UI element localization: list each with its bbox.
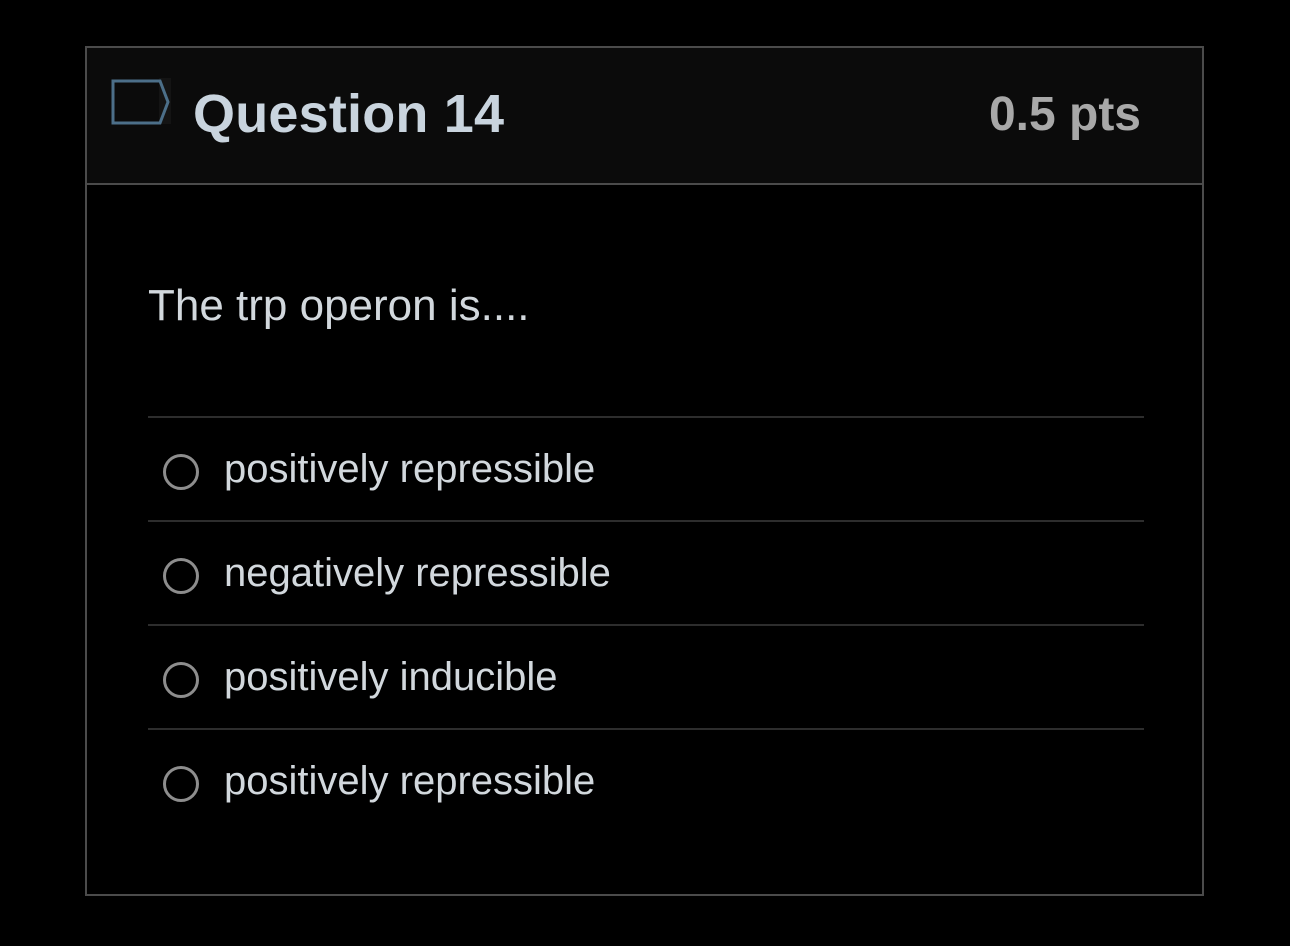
question-title: Question 14: [193, 84, 505, 144]
question-header: Question 14 0.5 pts: [87, 48, 1202, 185]
answer-option-2[interactable]: negatively repressible: [148, 520, 1144, 624]
radio-button[interactable]: [163, 454, 199, 490]
flag-question-icon[interactable]: [110, 78, 172, 130]
answer-label[interactable]: positively repressible: [224, 757, 595, 805]
radio-button[interactable]: [163, 558, 199, 594]
answer-label[interactable]: positively repressible: [224, 445, 595, 493]
answer-list: positively repressible negatively repres…: [148, 416, 1144, 832]
answer-option-3[interactable]: positively inducible: [148, 624, 1144, 728]
radio-button[interactable]: [163, 662, 199, 698]
answer-label[interactable]: positively inducible: [224, 653, 558, 701]
question-prompt: The trp operon is....: [148, 281, 530, 330]
answer-option-4[interactable]: positively repressible: [148, 728, 1144, 832]
answer-option-1[interactable]: positively repressible: [148, 416, 1144, 520]
question-points: 0.5 pts: [988, 88, 1141, 141]
answer-label[interactable]: negatively repressible: [224, 549, 611, 597]
radio-button[interactable]: [163, 766, 199, 802]
question-card: Question 14 0.5 pts The trp operon is...…: [85, 46, 1204, 896]
